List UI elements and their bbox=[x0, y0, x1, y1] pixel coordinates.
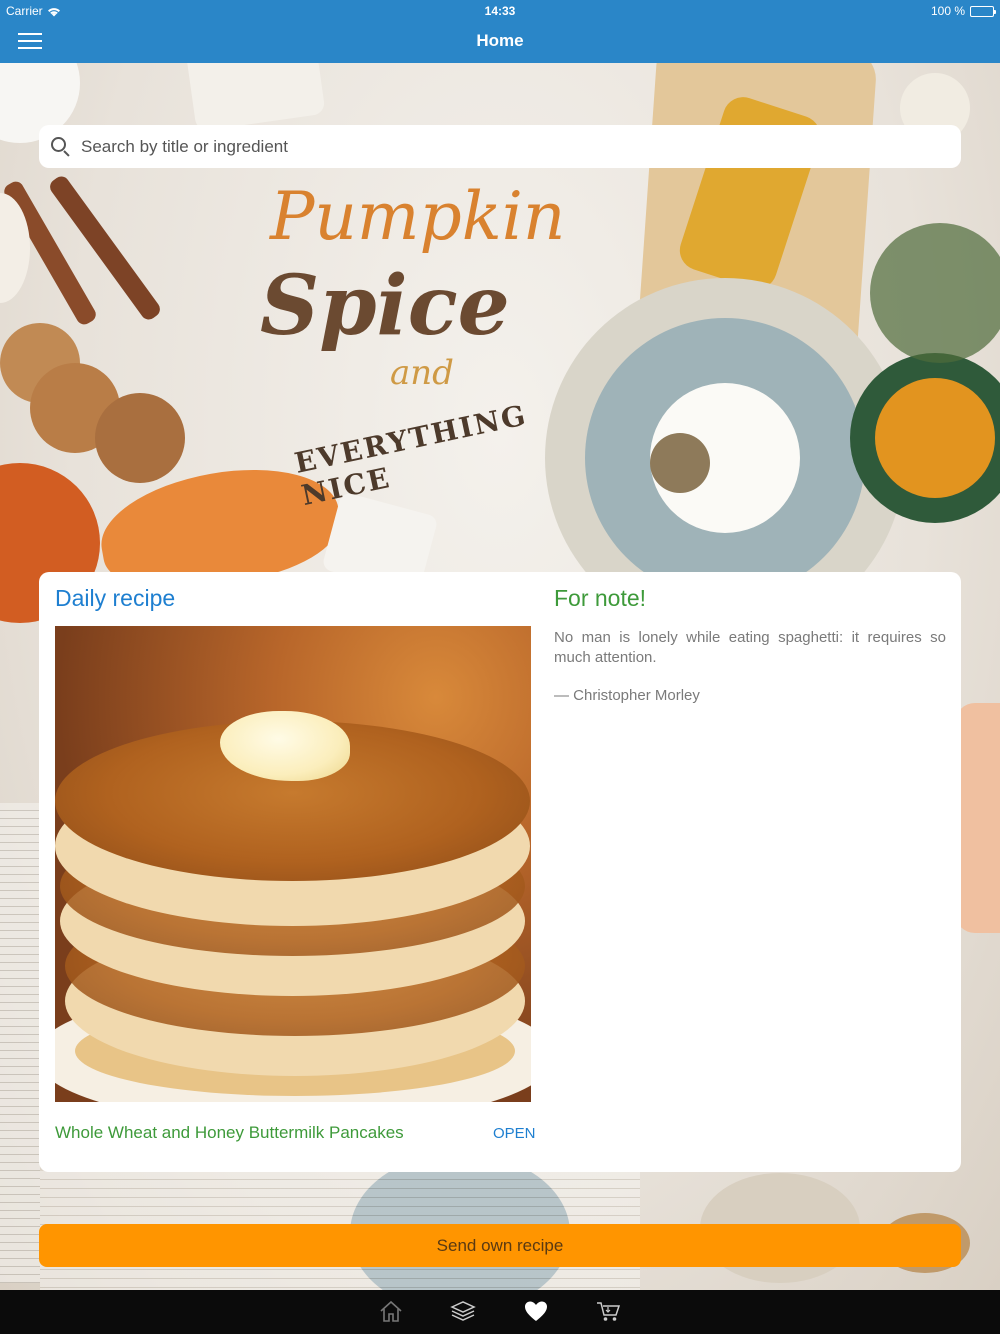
cart-icon bbox=[597, 1302, 621, 1321]
pumpkin-spice-artwork: Pumpkin Spice and EVERYTHING NICE bbox=[240, 168, 620, 512]
quote-text: No man is lonely while eating spaghetti:… bbox=[554, 629, 946, 666]
recipe-image[interactable] bbox=[55, 626, 531, 1102]
note-heading: For note! bbox=[554, 585, 647, 611]
status-bar: Carrier 14:33 100 % bbox=[0, 0, 1000, 22]
tab-bar bbox=[0, 1290, 1000, 1334]
newsprint-image bbox=[0, 803, 40, 1283]
open-recipe-button[interactable]: OPEN bbox=[493, 1125, 536, 1142]
quote-author: — Christopher Morley bbox=[554, 687, 700, 704]
tab-favorites[interactable] bbox=[522, 1298, 552, 1326]
soup-image bbox=[875, 378, 995, 498]
search-icon bbox=[51, 136, 71, 157]
artwork-word: Spice bbox=[260, 258, 510, 354]
tab-categories[interactable] bbox=[449, 1298, 479, 1326]
battery-group: 100 % bbox=[930, 4, 996, 18]
artwork-word: and bbox=[390, 353, 454, 393]
cookie-image bbox=[95, 393, 185, 483]
search-bar[interactable] bbox=[39, 125, 961, 168]
cheese-image bbox=[184, 63, 326, 132]
home-card: Daily recipe Whole Wheat and Honey Butte… bbox=[39, 572, 961, 1172]
rosemary-image bbox=[870, 223, 1000, 363]
spice-spoon-image bbox=[650, 433, 710, 493]
search-input[interactable] bbox=[81, 136, 941, 157]
battery-icon bbox=[970, 5, 996, 17]
battery-percent: 100 % bbox=[930, 4, 965, 18]
tab-home[interactable] bbox=[377, 1298, 407, 1326]
cinnamon-stick-image bbox=[46, 173, 164, 323]
home-icon bbox=[380, 1300, 402, 1322]
daily-recipe-heading: Daily recipe bbox=[55, 585, 176, 611]
fruit-bowl-image bbox=[955, 703, 1000, 933]
top-bar: Carrier 14:33 100 % Home bbox=[0, 0, 1000, 63]
heart-icon bbox=[525, 1301, 547, 1321]
tab-cart[interactable] bbox=[594, 1298, 624, 1326]
layers-icon bbox=[450, 1301, 476, 1321]
artwork-word: Pumpkin bbox=[270, 178, 566, 255]
send-own-recipe-button[interactable]: Send own recipe bbox=[39, 1224, 961, 1267]
status-time: 14:33 bbox=[484, 4, 516, 18]
page-title: Home bbox=[476, 31, 524, 50]
recipe-name-link[interactable]: Whole Wheat and Honey Buttermilk Pancake… bbox=[55, 1123, 404, 1143]
